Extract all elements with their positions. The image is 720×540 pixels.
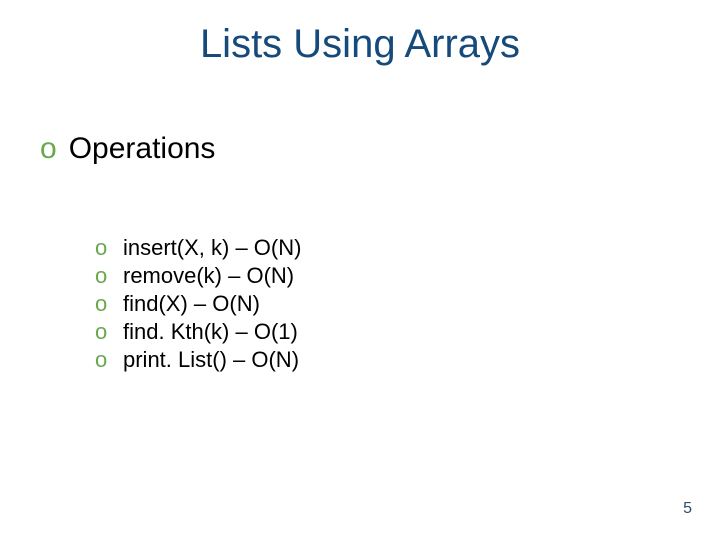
list-item: o print. List() – O(N) — [95, 347, 301, 373]
bullet-icon: o — [40, 132, 57, 166]
list-item: o find(X) – O(N) — [95, 291, 301, 317]
bullet-icon: o — [95, 263, 107, 289]
slide: Lists Using Arrays o Operations o insert… — [0, 0, 720, 540]
bullet-icon: o — [95, 291, 107, 317]
bullet-icon: o — [95, 319, 107, 345]
list-item-text: find(X) – O(N) — [123, 291, 260, 317]
bullet-icon: o — [95, 347, 107, 373]
list-item-text: insert(X, k) – O(N) — [123, 235, 301, 261]
bullet-icon: o — [95, 235, 107, 261]
section-row: o Operations — [40, 132, 215, 166]
list-item-text: print. List() – O(N) — [123, 347, 299, 373]
section-heading: o Operations — [40, 132, 215, 166]
list-item-text: find. Kth(k) – O(1) — [123, 319, 298, 345]
section-text: Operations — [69, 132, 216, 166]
list-item: o insert(X, k) – O(N) — [95, 235, 301, 261]
page-number: 5 — [683, 500, 692, 518]
page-title: Lists Using Arrays — [0, 22, 720, 67]
list-item: o find. Kth(k) – O(1) — [95, 319, 301, 345]
list-item-text: remove(k) – O(N) — [123, 263, 294, 289]
list-item: o remove(k) – O(N) — [95, 263, 301, 289]
operations-list: o insert(X, k) – O(N) o remove(k) – O(N)… — [95, 235, 301, 375]
